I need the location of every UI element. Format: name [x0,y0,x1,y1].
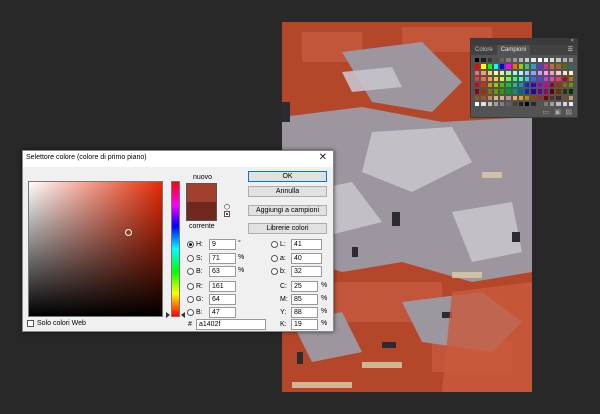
radio-b[interactable] [187,268,194,275]
label-m: M: [280,296,288,303]
radio-r[interactable] [187,283,194,290]
label-c: C: [280,283,287,290]
trash-icon[interactable]: ▤ [565,108,572,116]
ok-button[interactable]: OK [248,171,327,182]
k-unit: % [321,320,328,327]
swatch-grid [474,57,574,107]
tab-campioni[interactable]: Campioni [496,45,531,55]
tab-colore[interactable]: Colore [471,45,497,55]
label-k: K: [280,321,287,328]
color-compare-swatch [186,183,217,221]
h-unit: ° [238,240,241,247]
r-field[interactable]: 161 [209,281,236,292]
swatches-panel: « Colore Campioni ☰ ▭ ▣ ▤ [470,37,578,118]
radio-s[interactable] [187,255,194,262]
a-field[interactable]: 40 [291,253,322,264]
label-lab-b: b: [280,268,286,275]
web-safe-cube-icon[interactable]: ⬡ [224,203,230,211]
panel-footer: ▭ ▣ ▤ [471,107,577,117]
add-to-swatches-button[interactable]: Aggiungi a campioni [248,205,327,216]
label-l: L: [280,241,286,248]
label-y: Y: [280,309,287,316]
hue-slider[interactable] [171,181,180,317]
hex-field[interactable]: a1402f [196,319,266,330]
web-safe-color-chip[interactable] [224,211,230,217]
s-unit: % [238,254,245,261]
label-s: S: [196,255,203,262]
new-swatch-icon[interactable]: ▣ [554,108,561,116]
y-unit: % [321,308,328,315]
y-field[interactable]: 88 [291,307,318,318]
m-unit: % [321,295,328,302]
label-current: corrente [189,223,215,230]
label-blue: B: [196,309,203,316]
radio-h[interactable] [187,241,194,248]
color-picker-ring[interactable] [125,229,132,236]
radio-l[interactable] [271,241,278,248]
radio-blue[interactable] [187,309,194,316]
new-color-swatch [187,184,216,202]
panel-tabs: Colore Campioni ☰ [471,45,577,55]
label-a: a: [280,255,286,262]
c-unit: % [321,282,328,289]
current-color-swatch[interactable] [187,202,216,220]
m-field[interactable]: 85 [291,294,318,305]
b-unit: % [238,267,245,274]
web-colors-only-label: Solo colori Web [37,320,86,327]
web-colors-only-checkbox[interactable] [27,320,34,327]
color-picker-dialog: Selettore colore (colore di primo piano)… [22,150,334,332]
label-r: R: [196,283,203,290]
lab-b-field[interactable]: 32 [291,266,322,277]
l-field[interactable]: 41 [291,239,322,250]
dialog-title: Selettore colore (colore di primo piano) [26,154,147,161]
double-chevron-icon[interactable]: « [570,37,574,44]
color-libraries-button[interactable]: Librerie colori [248,223,327,234]
saturation-brightness-field[interactable] [28,181,163,317]
label-h: H: [196,241,203,248]
hue-slider-handle-right[interactable] [181,312,185,318]
cancel-button[interactable]: Annulla [248,186,327,197]
label-g: G: [196,296,204,303]
label-b: B: [196,268,203,275]
label-hex: # [188,321,192,328]
dialog-titlebar[interactable]: Selettore colore (colore di primo piano)… [23,151,333,167]
radio-lab-b[interactable] [271,268,278,275]
b-field[interactable]: 63 [209,266,236,277]
s-field[interactable]: 71 [209,253,236,264]
c-field[interactable]: 25 [291,281,318,292]
g-field[interactable]: 64 [209,294,236,305]
blue-field[interactable]: 47 [209,307,236,318]
new-folder-icon[interactable]: ▭ [542,108,549,116]
radio-a[interactable] [271,255,278,262]
hue-slider-handle-left[interactable] [166,312,170,318]
k-field[interactable]: 19 [291,319,318,330]
panel-menu-icon[interactable]: ☰ [568,46,573,53]
radio-g[interactable] [187,296,194,303]
close-icon[interactable]: ✕ [319,152,327,163]
h-field[interactable]: 9 [209,239,236,250]
label-new: nuovo [193,174,213,181]
